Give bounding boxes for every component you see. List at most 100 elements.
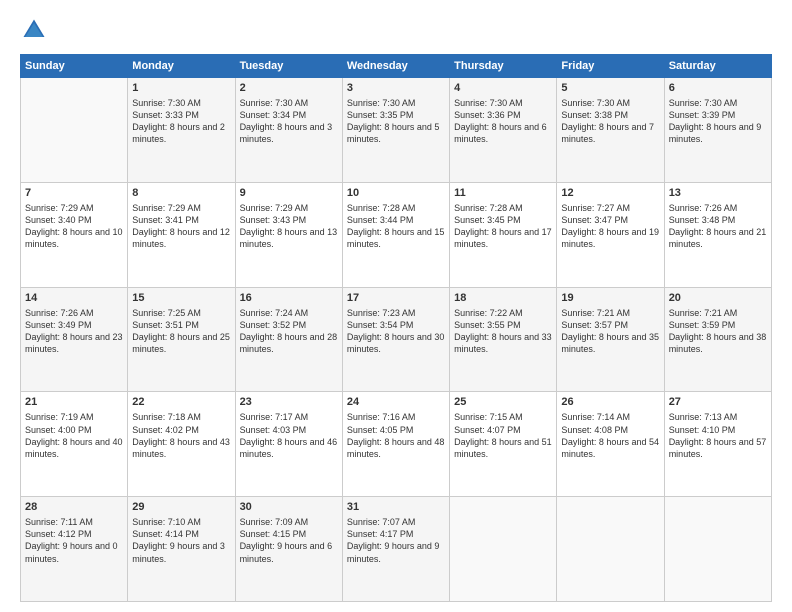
weekday-header-monday: Monday bbox=[128, 55, 235, 78]
calendar-cell: 28Sunrise: 7:11 AMSunset: 4:12 PMDayligh… bbox=[21, 497, 128, 602]
cell-content: 18Sunrise: 7:22 AMSunset: 3:55 PMDayligh… bbox=[454, 292, 552, 356]
day-number: 28 bbox=[25, 501, 123, 513]
calendar-cell bbox=[450, 497, 557, 602]
calendar-cell: 10Sunrise: 7:28 AMSunset: 3:44 PMDayligh… bbox=[342, 182, 449, 287]
cell-content: 4Sunrise: 7:30 AMSunset: 3:36 PMDaylight… bbox=[454, 82, 552, 146]
cell-content: 10Sunrise: 7:28 AMSunset: 3:44 PMDayligh… bbox=[347, 187, 445, 251]
day-number: 7 bbox=[25, 187, 123, 199]
calendar-table: SundayMondayTuesdayWednesdayThursdayFrid… bbox=[20, 54, 772, 602]
cell-info: Sunrise: 7:24 AMSunset: 3:52 PMDaylight:… bbox=[240, 307, 338, 356]
calendar-cell: 31Sunrise: 7:07 AMSunset: 4:17 PMDayligh… bbox=[342, 497, 449, 602]
day-number: 2 bbox=[240, 82, 338, 94]
cell-content: 5 Sunrise: 7:30 AMSunset: 3:38 PMDaylight… bbox=[561, 82, 659, 146]
calendar-week-row: 28Sunrise: 7:11 AMSunset: 4:12 PMDayligh… bbox=[21, 497, 772, 602]
cell-content: 25 Sunrise: 7:15 AMSunset: 4:07 PMDayligh… bbox=[454, 396, 552, 460]
day-number: 24 bbox=[347, 396, 445, 408]
cell-info: Sunrise: 7:23 AMSunset: 3:54 PMDaylight:… bbox=[347, 307, 445, 356]
cell-info: Sunrise: 7:21 AMSunset: 3:57 PMDaylight:… bbox=[561, 307, 659, 356]
calendar-cell: 5 Sunrise: 7:30 AMSunset: 3:38 PMDaylight… bbox=[557, 78, 664, 183]
calendar-cell: 23 Sunrise: 7:17 AMSunset: 4:03 PMDayligh… bbox=[235, 392, 342, 497]
calendar-cell: 4Sunrise: 7:30 AMSunset: 3:36 PMDaylight… bbox=[450, 78, 557, 183]
cell-info: Sunrise: 7:30 AMSunset: 3:38 PMDaylight:… bbox=[561, 97, 659, 146]
calendar-cell: 15Sunrise: 7:25 AMSunset: 3:51 PMDayligh… bbox=[128, 287, 235, 392]
cell-info: Sunrise: 7:28 AMSunset: 3:45 PMDaylight:… bbox=[454, 202, 552, 251]
calendar-cell: 25 Sunrise: 7:15 AMSunset: 4:07 PMDayligh… bbox=[450, 392, 557, 497]
day-number: 25 bbox=[454, 396, 552, 408]
day-number: 21 bbox=[25, 396, 123, 408]
calendar-week-row: 14Sunrise: 7:26 AMSunset: 3:49 PMDayligh… bbox=[21, 287, 772, 392]
cell-info: Sunrise: 7:30 AMSunset: 3:35 PMDaylight:… bbox=[347, 97, 445, 146]
cell-info: Sunrise: 7:21 AMSunset: 3:59 PMDaylight:… bbox=[669, 307, 767, 356]
day-number: 30 bbox=[240, 501, 338, 513]
day-number: 29 bbox=[132, 501, 230, 513]
cell-info: Sunrise: 7:16 AMSunset: 4:05 PMDaylight:… bbox=[347, 411, 445, 460]
calendar-cell: 3Sunrise: 7:30 AMSunset: 3:35 PMDaylight… bbox=[342, 78, 449, 183]
cell-content: 7Sunrise: 7:29 AMSunset: 3:40 PMDaylight… bbox=[25, 187, 123, 251]
day-number: 11 bbox=[454, 187, 552, 199]
calendar-cell bbox=[557, 497, 664, 602]
weekday-header-sunday: Sunday bbox=[21, 55, 128, 78]
cell-content: 6 Sunrise: 7:30 AMSunset: 3:39 PMDaylight… bbox=[669, 82, 767, 146]
day-number: 8 bbox=[132, 187, 230, 199]
cell-info: Sunrise: 7:13 AMSunset: 4:10 PMDaylight:… bbox=[669, 411, 767, 460]
day-number: 12 bbox=[561, 187, 659, 199]
calendar-cell: 14Sunrise: 7:26 AMSunset: 3:49 PMDayligh… bbox=[21, 287, 128, 392]
calendar-cell: 22Sunrise: 7:18 AMSunset: 4:02 PMDayligh… bbox=[128, 392, 235, 497]
cell-content: 13 Sunrise: 7:26 AMSunset: 3:48 PMDayligh… bbox=[669, 187, 767, 251]
cell-content: 17Sunrise: 7:23 AMSunset: 3:54 PMDayligh… bbox=[347, 292, 445, 356]
weekday-header-thursday: Thursday bbox=[450, 55, 557, 78]
calendar-cell: 19 Sunrise: 7:21 AMSunset: 3:57 PMDayligh… bbox=[557, 287, 664, 392]
cell-content: 28Sunrise: 7:11 AMSunset: 4:12 PMDayligh… bbox=[25, 501, 123, 565]
calendar-cell: 21Sunrise: 7:19 AMSunset: 4:00 PMDayligh… bbox=[21, 392, 128, 497]
calendar-cell: 6 Sunrise: 7:30 AMSunset: 3:39 PMDaylight… bbox=[664, 78, 771, 183]
day-number: 5 bbox=[561, 82, 659, 94]
cell-info: Sunrise: 7:30 AMSunset: 3:39 PMDaylight:… bbox=[669, 97, 767, 146]
day-number: 9 bbox=[240, 187, 338, 199]
calendar-week-row: 21Sunrise: 7:19 AMSunset: 4:00 PMDayligh… bbox=[21, 392, 772, 497]
cell-content: 8 Sunrise: 7:29 AMSunset: 3:41 PMDaylight… bbox=[132, 187, 230, 251]
cell-content: 31Sunrise: 7:07 AMSunset: 4:17 PMDayligh… bbox=[347, 501, 445, 565]
calendar-cell: 29Sunrise: 7:10 AMSunset: 4:14 PMDayligh… bbox=[128, 497, 235, 602]
day-number: 23 bbox=[240, 396, 338, 408]
cell-content: 11 Sunrise: 7:28 AMSunset: 3:45 PMDayligh… bbox=[454, 187, 552, 251]
cell-info: Sunrise: 7:30 AMSunset: 3:34 PMDaylight:… bbox=[240, 97, 338, 146]
calendar-week-row: 7Sunrise: 7:29 AMSunset: 3:40 PMDaylight… bbox=[21, 182, 772, 287]
weekday-header-friday: Friday bbox=[557, 55, 664, 78]
cell-content: 27 Sunrise: 7:13 AMSunset: 4:10 PMDayligh… bbox=[669, 396, 767, 460]
cell-content: 21Sunrise: 7:19 AMSunset: 4:00 PMDayligh… bbox=[25, 396, 123, 460]
cell-info: Sunrise: 7:14 AMSunset: 4:08 PMDaylight:… bbox=[561, 411, 659, 460]
cell-info: Sunrise: 7:29 AMSunset: 3:43 PMDaylight:… bbox=[240, 202, 338, 251]
calendar-cell: 26 Sunrise: 7:14 AMSunset: 4:08 PMDayligh… bbox=[557, 392, 664, 497]
calendar-cell: 8 Sunrise: 7:29 AMSunset: 3:41 PMDaylight… bbox=[128, 182, 235, 287]
cell-info: Sunrise: 7:15 AMSunset: 4:07 PMDaylight:… bbox=[454, 411, 552, 460]
cell-info: Sunrise: 7:18 AMSunset: 4:02 PMDaylight:… bbox=[132, 411, 230, 460]
cell-content: 2 Sunrise: 7:30 AMSunset: 3:34 PMDaylight… bbox=[240, 82, 338, 146]
logo-icon bbox=[20, 16, 48, 44]
calendar-cell: 2 Sunrise: 7:30 AMSunset: 3:34 PMDaylight… bbox=[235, 78, 342, 183]
calendar-cell: 27 Sunrise: 7:13 AMSunset: 4:10 PMDayligh… bbox=[664, 392, 771, 497]
cell-info: Sunrise: 7:26 AMSunset: 3:48 PMDaylight:… bbox=[669, 202, 767, 251]
cell-info: Sunrise: 7:28 AMSunset: 3:44 PMDaylight:… bbox=[347, 202, 445, 251]
cell-info: Sunrise: 7:27 AMSunset: 3:47 PMDaylight:… bbox=[561, 202, 659, 251]
cell-content: 24 Sunrise: 7:16 AMSunset: 4:05 PMDayligh… bbox=[347, 396, 445, 460]
calendar-cell: 1Sunrise: 7:30 AMSunset: 3:33 PMDaylight… bbox=[128, 78, 235, 183]
cell-content: 29Sunrise: 7:10 AMSunset: 4:14 PMDayligh… bbox=[132, 501, 230, 565]
calendar-week-row: 1Sunrise: 7:30 AMSunset: 3:33 PMDaylight… bbox=[21, 78, 772, 183]
day-number: 13 bbox=[669, 187, 767, 199]
cell-info: Sunrise: 7:22 AMSunset: 3:55 PMDaylight:… bbox=[454, 307, 552, 356]
cell-info: Sunrise: 7:29 AMSunset: 3:41 PMDaylight:… bbox=[132, 202, 230, 251]
cell-info: Sunrise: 7:26 AMSunset: 3:49 PMDaylight:… bbox=[25, 307, 123, 356]
cell-info: Sunrise: 7:17 AMSunset: 4:03 PMDaylight:… bbox=[240, 411, 338, 460]
cell-content: 26 Sunrise: 7:14 AMSunset: 4:08 PMDayligh… bbox=[561, 396, 659, 460]
day-number: 19 bbox=[561, 292, 659, 304]
day-number: 26 bbox=[561, 396, 659, 408]
cell-content: 20 Sunrise: 7:21 AMSunset: 3:59 PMDayligh… bbox=[669, 292, 767, 356]
cell-content: 14Sunrise: 7:26 AMSunset: 3:49 PMDayligh… bbox=[25, 292, 123, 356]
cell-info: Sunrise: 7:30 AMSunset: 3:33 PMDaylight:… bbox=[132, 97, 230, 146]
day-number: 20 bbox=[669, 292, 767, 304]
cell-content: 9 Sunrise: 7:29 AMSunset: 3:43 PMDaylight… bbox=[240, 187, 338, 251]
weekday-header-tuesday: Tuesday bbox=[235, 55, 342, 78]
page: SundayMondayTuesdayWednesdayThursdayFrid… bbox=[0, 0, 792, 612]
day-number: 6 bbox=[669, 82, 767, 94]
day-number: 27 bbox=[669, 396, 767, 408]
